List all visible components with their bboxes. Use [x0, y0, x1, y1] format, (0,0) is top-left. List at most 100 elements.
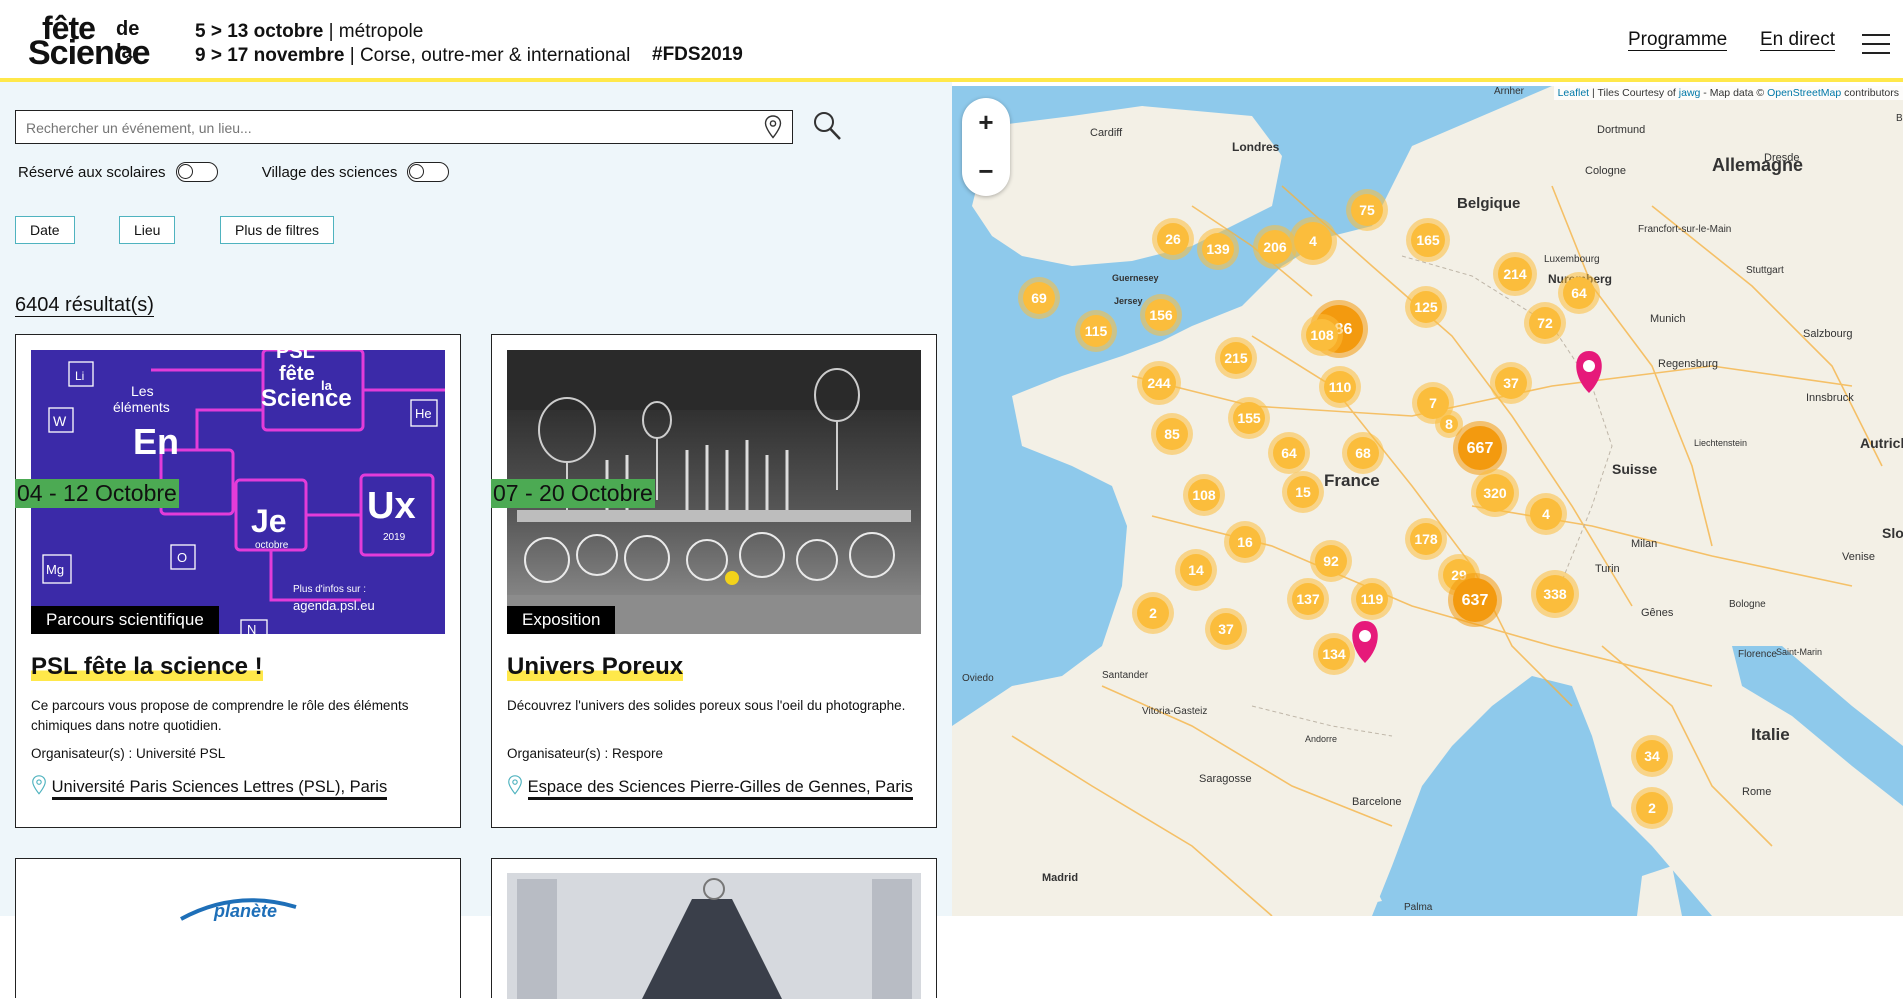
map-cluster[interactable]: 667 [1453, 421, 1507, 475]
map-cluster[interactable]: 85 [1151, 413, 1193, 455]
svg-text:4: 4 [1542, 506, 1550, 522]
event-location[interactable]: Espace des Sciences Pierre-Gilles de Gen… [507, 775, 913, 800]
map-cluster[interactable]: 125 [1405, 286, 1447, 328]
search-icon[interactable] [812, 110, 842, 142]
event-card[interactable] [491, 858, 937, 999]
event-card[interactable]: Li W He Mg O N PSL fête la Science Les é… [15, 334, 461, 828]
map-cluster[interactable]: 320 [1471, 469, 1519, 517]
map-label: Oviedo [962, 673, 994, 684]
map-cluster[interactable]: 4 [1289, 217, 1337, 265]
site-logo[interactable]: fête de la Science [28, 10, 158, 72]
map-cluster[interactable]: 137 [1287, 578, 1329, 620]
map-cluster[interactable]: 214 [1493, 252, 1537, 296]
toggle-schools-switch[interactable] [175, 162, 218, 182]
map-cluster[interactable]: 155 [1228, 397, 1270, 439]
map-cluster[interactable]: 75 [1346, 189, 1388, 231]
filter-date-button[interactable]: Date [15, 216, 75, 244]
map-cluster[interactable]: 26 [1152, 218, 1194, 260]
map-label: Dortmund [1597, 124, 1645, 136]
map-label: Londres [1232, 140, 1280, 154]
map-label: Vitoria-Gasteiz [1142, 706, 1207, 717]
map-label: Salzbourg [1803, 328, 1853, 340]
event-location[interactable]: Université Paris Sciences Lettres (PSL),… [31, 775, 388, 800]
map-label: Cardiff [1090, 127, 1123, 139]
site-header: fête de la Science 5 > 13 octobre | métr… [0, 0, 1903, 82]
map-label: Jersey [1114, 296, 1143, 306]
event-card[interactable]: 07 - 20 Octobre Exposition Univers Poreu… [491, 334, 937, 828]
map-cluster[interactable]: 119 [1351, 578, 1393, 620]
svg-text:72: 72 [1537, 315, 1553, 331]
poster-ux: Ux [367, 485, 416, 527]
svg-text:108: 108 [1310, 327, 1334, 343]
filter-place-button[interactable]: Lieu [119, 216, 176, 244]
attribution-osm-link[interactable]: OpenStreetMap [1767, 87, 1841, 99]
zoom-out-button[interactable]: − [962, 147, 1010, 196]
map-cluster[interactable]: 178 [1405, 518, 1447, 560]
map-cluster[interactable]: 64 [1558, 272, 1600, 314]
menu-icon[interactable] [1862, 34, 1890, 54]
map-label: Andorre [1305, 734, 1337, 744]
attribution-jawg-link[interactable]: jawg [1679, 87, 1701, 99]
poster-he: He [415, 406, 432, 421]
map-cluster[interactable]: 15 [1282, 471, 1324, 513]
map-label: Dresde [1764, 152, 1799, 164]
map-cluster[interactable]: 165 [1406, 218, 1450, 262]
event-title[interactable]: PSL fête la science ! [31, 653, 263, 681]
event-card[interactable]: planète [15, 858, 461, 998]
toggle-village[interactable]: Village des sciences [262, 162, 450, 182]
map-cluster[interactable]: 34 [1631, 735, 1673, 777]
map-cluster[interactable]: 37 [1205, 608, 1247, 650]
zoom-control: + − [962, 98, 1010, 196]
map-cluster[interactable]: 4 [1525, 493, 1567, 535]
svg-text:37: 37 [1503, 375, 1519, 391]
map-cluster[interactable]: 68 [1342, 432, 1384, 474]
event-organizer: Organisateur(s) : Université PSL [31, 746, 226, 761]
map-cluster[interactable]: 139 [1197, 228, 1239, 270]
map-cluster[interactable]: 92 [1310, 540, 1352, 582]
map-cluster[interactable]: 16 [1224, 521, 1266, 563]
svg-text:92: 92 [1323, 553, 1339, 569]
zoom-in-button[interactable]: + [962, 98, 1010, 147]
map-cluster[interactable]: 206 [1253, 225, 1297, 269]
map-cluster[interactable]: 108 [1183, 474, 1225, 516]
poster-info: Plus d'infos sur : [293, 584, 366, 595]
events-map[interactable]: Cardiff Londres Dortmund Allemagne Cologne Dr… [952, 86, 1903, 916]
map-label: France [1324, 471, 1380, 490]
map-cluster[interactable]: 110 [1319, 366, 1361, 408]
map-cluster[interactable]: 156 [1140, 294, 1182, 336]
map-cluster[interactable]: 637 [1448, 573, 1502, 627]
filter-more-button[interactable]: Plus de filtres [220, 216, 335, 244]
map-cluster[interactable]: 64 [1268, 432, 1310, 474]
search-input[interactable] [24, 117, 748, 139]
svg-text:26: 26 [1165, 231, 1181, 247]
map-cluster[interactable]: 37 [1490, 362, 1532, 404]
svg-text:68: 68 [1355, 445, 1371, 461]
map-label: Saragosse [1199, 773, 1252, 785]
map-cluster[interactable]: 14 [1175, 549, 1217, 591]
map-cluster[interactable]: 72 [1524, 302, 1566, 344]
svg-text:214: 214 [1503, 266, 1527, 282]
map-cluster[interactable]: 215 [1215, 337, 1257, 379]
hashtag: #FDS2019 [652, 44, 743, 65]
event-type-badge: Exposition [507, 606, 616, 634]
map-cluster[interactable]: 2 [1631, 787, 1673, 829]
map-cluster[interactable]: 244 [1137, 361, 1181, 405]
map-cluster[interactable]: 108 [1301, 314, 1343, 356]
dates-line1-rest: | métropole [323, 21, 424, 42]
svg-text:215: 215 [1224, 350, 1248, 366]
nav-live-link[interactable]: En direct [1760, 30, 1835, 51]
map-cluster[interactable]: 2 [1132, 592, 1174, 634]
event-title[interactable]: Univers Poreux [507, 653, 684, 681]
map-cluster[interactable]: 115 [1075, 310, 1117, 352]
map-cluster[interactable]: 134 [1313, 633, 1355, 675]
map-cluster[interactable]: 338 [1531, 570, 1579, 618]
attribution-leaflet-link[interactable]: Leaflet [1558, 87, 1590, 99]
poster-je: Je [251, 503, 287, 539]
location-pin-icon[interactable] [764, 115, 782, 139]
map-cluster[interactable]: 69 [1018, 277, 1060, 319]
toggle-village-switch[interactable] [407, 162, 450, 182]
nav-programme-link[interactable]: Programme [1628, 30, 1728, 51]
location-pin-icon [508, 775, 522, 795]
results-count[interactable]: 6404 résultat(s) [15, 294, 154, 317]
toggle-schools[interactable]: Réservé aux scolaires [18, 162, 218, 182]
